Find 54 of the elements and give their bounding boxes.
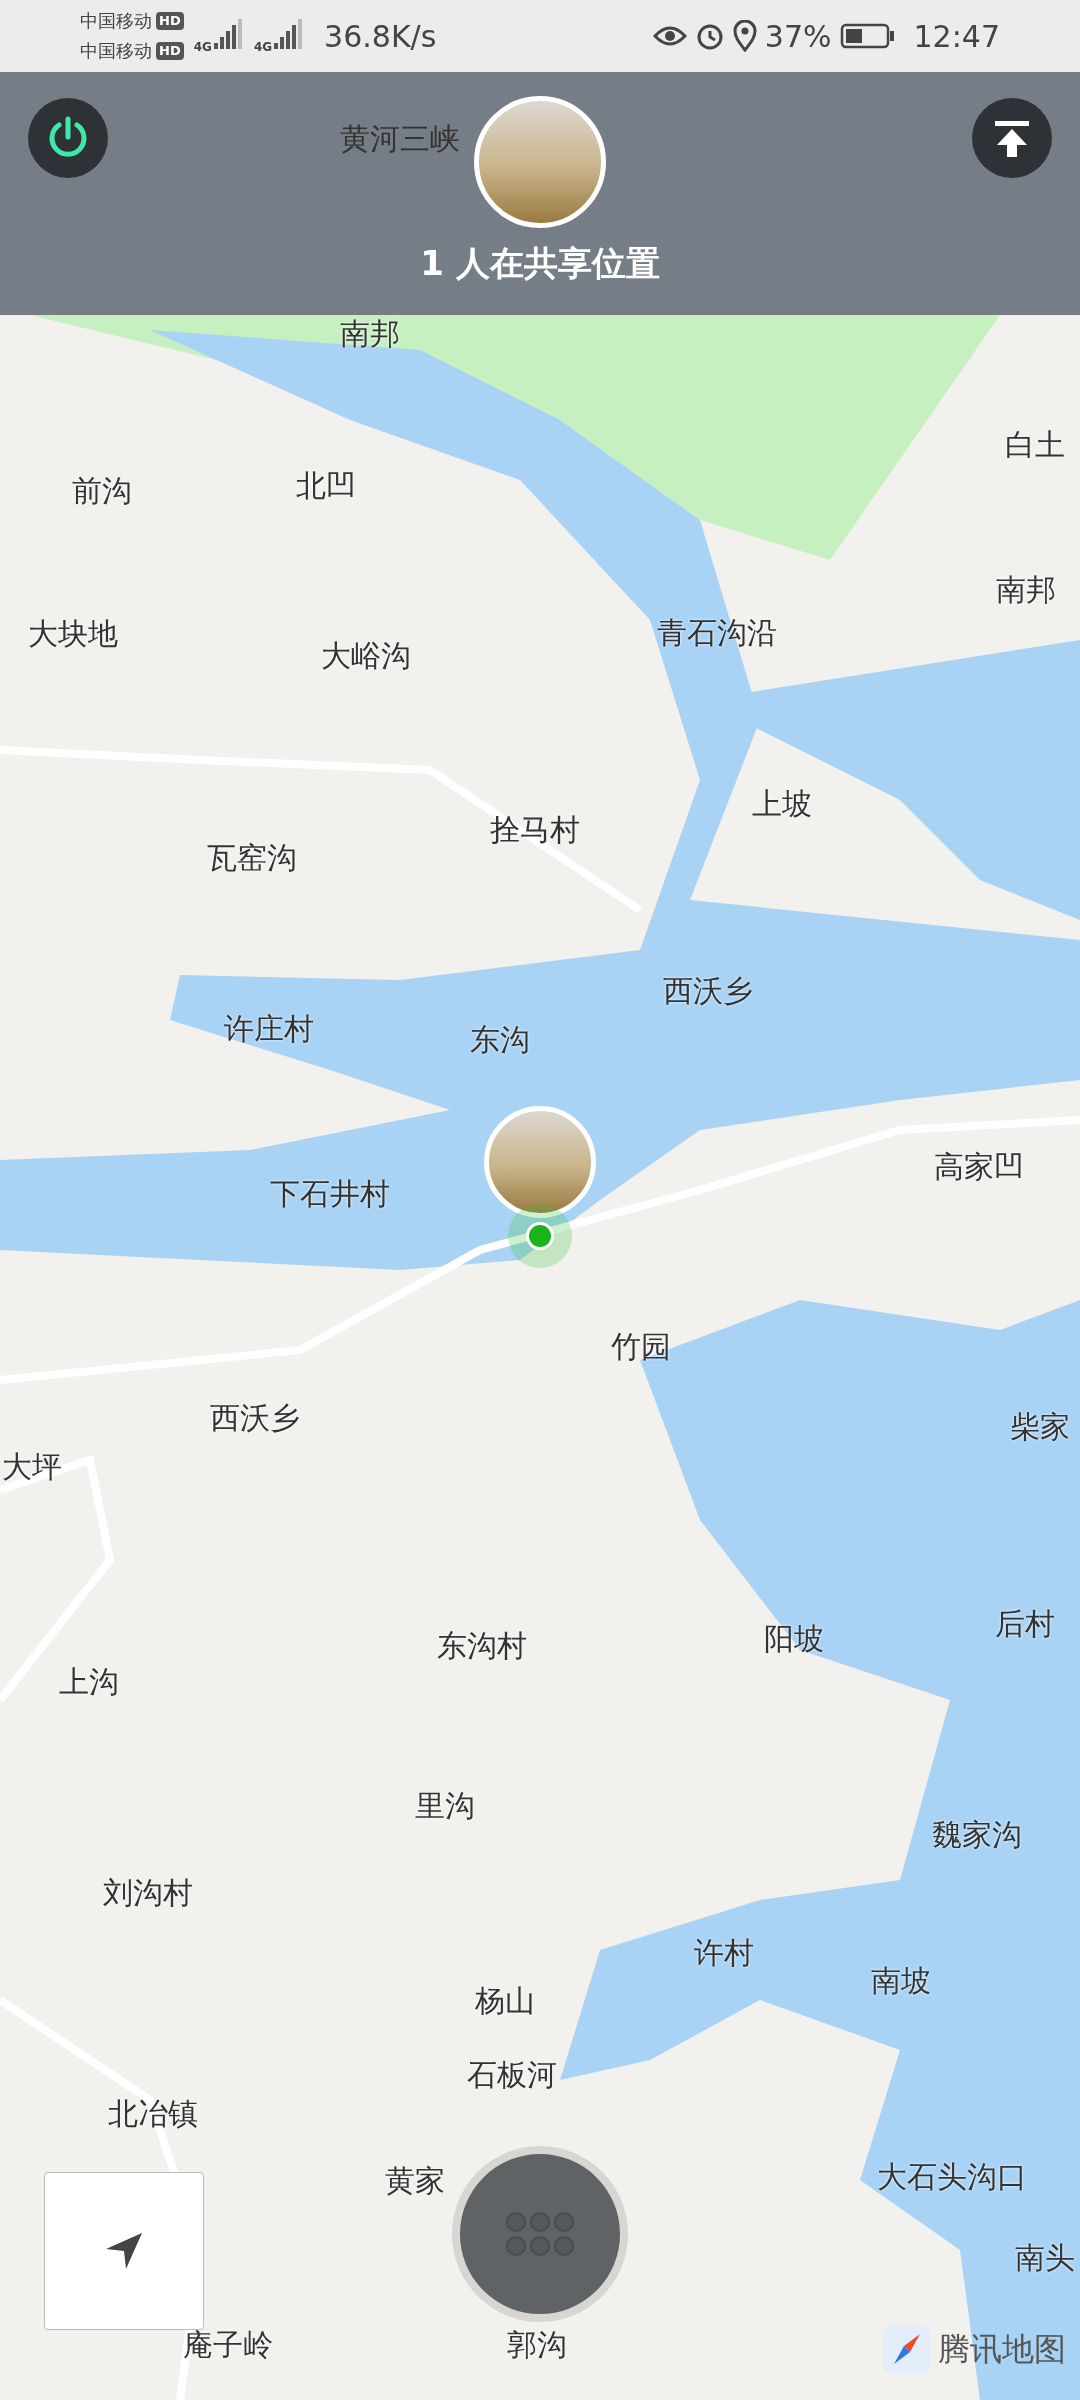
brand-logo: 腾讯地图 [938, 2329, 1066, 2370]
map-label: 前沟 [72, 471, 132, 510]
map-label: 白土 [1005, 425, 1065, 464]
map-label: 里沟 [415, 1786, 475, 1825]
map-label: 魏家沟 [932, 1815, 1022, 1854]
map-label: 阳坡 [764, 1619, 824, 1658]
map-label: 东沟村 [437, 1626, 527, 1665]
map-label: 西沃乡 [210, 1398, 300, 1437]
map-label: 北凹 [296, 466, 356, 505]
map-label: 拴马村 [490, 810, 580, 849]
map-label: 南坡 [871, 1961, 931, 2000]
map-label: 大峪沟 [321, 636, 411, 675]
map-label: 下石井村 [270, 1174, 390, 1213]
map-label: 黄家 [385, 2161, 445, 2200]
map-label: 柴家 [1010, 1407, 1070, 1446]
network-type: 4G [253, 41, 273, 53]
clock-time: 12:47 [913, 17, 1000, 56]
map-label: 竹园 [611, 1327, 671, 1366]
map-label: 上坡 [752, 784, 812, 823]
map-label: 高家凹 [934, 1147, 1024, 1186]
location-icon [732, 20, 757, 52]
map-label: 西沃乡 [663, 971, 753, 1010]
map-label: 北冶镇 [108, 2094, 198, 2133]
carrier-name: 中国移动 [80, 9, 152, 33]
map-label: 黄河三峡 [340, 120, 460, 158]
hd-badge: HD [156, 42, 184, 60]
map-label: 东沟 [470, 1020, 530, 1059]
battery-percent: 37% [764, 17, 832, 56]
map-label: 大坪 [2, 1447, 62, 1486]
map-label: 许村 [694, 1933, 754, 1972]
map-label: 上沟 [59, 1662, 119, 1701]
map-label: 南头 [1015, 2238, 1075, 2277]
map-label: 杨山 [475, 1981, 535, 2020]
map-label: 许庄村 [224, 1009, 314, 1048]
map-label: 南邦 [996, 570, 1056, 609]
map-label: 青石沟沿 [657, 613, 777, 652]
network-speed: 36.8K/s [324, 17, 437, 56]
map-label: 大石头沟口 [877, 2157, 1027, 2196]
map-label: 瓦窑沟 [207, 838, 297, 877]
compass-logo-icon [882, 2324, 932, 2374]
map-label: 庵子岭 [183, 2325, 273, 2364]
carrier-name: 中国移动 [80, 39, 152, 63]
sharing-status: 1 人在共享位置 [420, 242, 660, 285]
eye-icon [652, 24, 687, 48]
map-label: 大块地 [28, 614, 118, 653]
navigation-arrow-icon [104, 2231, 144, 2271]
map-label: 石板河 [467, 2055, 557, 2094]
map-label: 郭沟 [507, 2325, 567, 2364]
hd-badge: HD [156, 12, 184, 30]
battery-icon [839, 22, 896, 50]
network-type: 4G [193, 41, 212, 53]
map-label: 后村 [995, 1604, 1055, 1643]
map-label: 南邦 [340, 314, 400, 353]
map-label: 刘沟村 [103, 1873, 193, 1912]
